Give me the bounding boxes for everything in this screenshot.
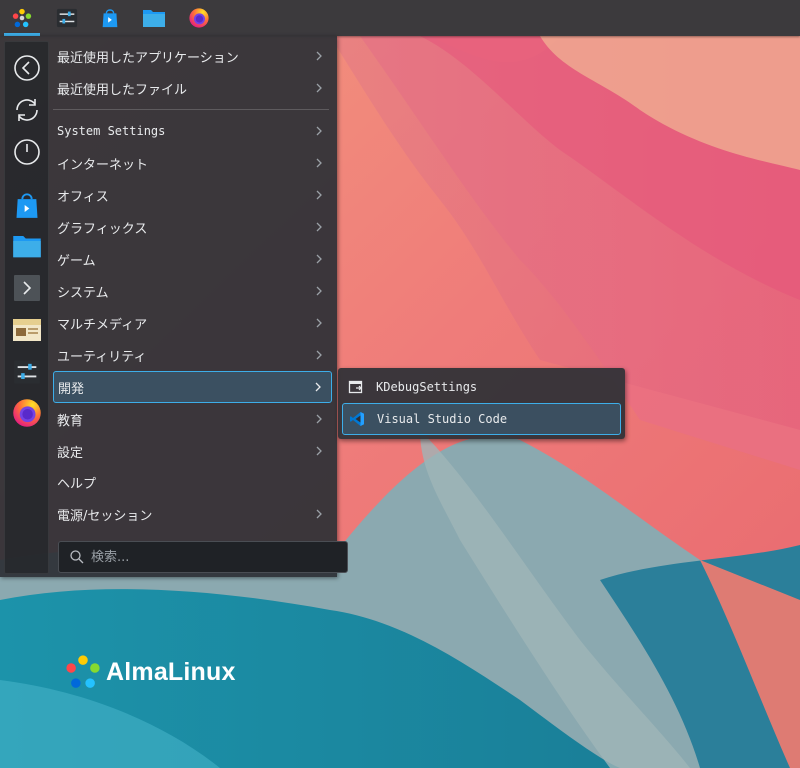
almalinux-desktop-logo: AlmaLinux bbox=[64, 652, 236, 692]
menu-item-label: 教育 bbox=[57, 413, 84, 429]
power-icon bbox=[14, 139, 40, 165]
settings-sliders-icon bbox=[56, 8, 78, 28]
folder-icon bbox=[143, 10, 165, 27]
chevron-right-icon bbox=[316, 83, 322, 93]
archive-box-icon bbox=[13, 319, 41, 341]
top-panel bbox=[0, 0, 800, 36]
menu-item-label: 最近使用したファイル bbox=[57, 82, 188, 98]
menu-item-label: 最近使用したアプリケーション bbox=[57, 50, 239, 66]
chevron-right-icon bbox=[316, 126, 322, 136]
shutdown-button[interactable] bbox=[11, 136, 43, 168]
chevron-right-icon bbox=[316, 51, 322, 61]
menu-item-graphics[interactable]: グラフィックス bbox=[53, 212, 332, 242]
menu-item-label: ヘルプ bbox=[57, 476, 97, 492]
menu-item-games[interactable]: ゲーム bbox=[53, 244, 332, 274]
submenu-item-label: KDebugSettings bbox=[376, 380, 478, 394]
terminal-icon bbox=[14, 275, 40, 301]
archive-favorite[interactable] bbox=[11, 314, 43, 346]
file-manager-button[interactable] bbox=[134, 2, 174, 34]
menu-item-recent-files[interactable]: 最近使用したファイル bbox=[53, 73, 332, 103]
chevron-right-icon bbox=[316, 414, 322, 424]
terminal-favorite[interactable] bbox=[11, 272, 43, 304]
menu-item-label: グラフィックス bbox=[57, 221, 148, 237]
folder-icon bbox=[13, 236, 41, 258]
chevron-right-icon bbox=[316, 509, 322, 519]
favorites-sidebar bbox=[4, 41, 49, 574]
menu-item-help[interactable]: ヘルプ bbox=[53, 467, 332, 497]
chevron-right-icon bbox=[316, 190, 322, 200]
discover-store-button[interactable] bbox=[90, 2, 130, 34]
application-menu: 最近使用したアプリケーション 最近使用したファイル System Setting… bbox=[0, 36, 348, 577]
menu-item-development[interactable]: 開発 bbox=[53, 371, 332, 403]
refresh-circle-icon bbox=[16, 99, 38, 121]
chevron-right-icon bbox=[316, 222, 322, 232]
menu-item-label: 開発 bbox=[58, 381, 85, 397]
submenu-item-kdebugsettings[interactable]: KDebugSettings bbox=[342, 372, 621, 402]
firefox-icon bbox=[189, 8, 209, 28]
chevron-right-icon bbox=[316, 286, 322, 296]
search-input[interactable] bbox=[89, 548, 333, 566]
files-favorite[interactable] bbox=[11, 230, 43, 262]
search-field[interactable] bbox=[58, 541, 348, 573]
development-submenu: KDebugSettings Visual Studio Code bbox=[338, 368, 625, 439]
menu-item-label: System Settings bbox=[57, 124, 166, 138]
settings-sliders-icon bbox=[14, 360, 40, 384]
menu-item-label: 設定 bbox=[57, 445, 84, 461]
submenu-item-label: Visual Studio Code bbox=[377, 412, 508, 426]
menu-item-multimedia[interactable]: マルチメディア bbox=[53, 308, 332, 338]
menu-item-label: ユーティリティ bbox=[57, 349, 147, 365]
switch-user-button[interactable] bbox=[11, 94, 43, 126]
menu-item-label: 電源/セッション bbox=[57, 508, 153, 524]
back-circle-icon bbox=[14, 55, 40, 81]
logo-wordmark: AlmaLinux bbox=[106, 657, 236, 686]
menu-item-education[interactable]: 教育 bbox=[53, 404, 332, 434]
menu-item-settings[interactable]: 設定 bbox=[53, 436, 332, 466]
discover-favorite[interactable] bbox=[11, 189, 43, 221]
menu-item-power-session[interactable]: 電源/セッション bbox=[53, 499, 332, 529]
submenu-item-vscode[interactable]: Visual Studio Code bbox=[342, 403, 621, 435]
menu-item-system-settings[interactable]: System Settings bbox=[53, 116, 332, 146]
menu-item-label: ゲーム bbox=[57, 253, 96, 269]
store-bag-icon bbox=[16, 193, 38, 218]
settings-favorite[interactable] bbox=[11, 356, 43, 388]
menu-item-utilities[interactable]: ユーティリティ bbox=[53, 340, 332, 370]
back-button[interactable] bbox=[11, 52, 43, 84]
chevron-right-icon bbox=[316, 350, 322, 360]
chevron-right-icon bbox=[316, 254, 322, 264]
menu-item-label: オフィス bbox=[57, 189, 109, 205]
application-launcher-button[interactable] bbox=[2, 2, 42, 36]
menu-separator bbox=[53, 109, 329, 110]
menu-item-internet[interactable]: インターネット bbox=[53, 148, 332, 178]
menu-item-label: システム bbox=[57, 285, 109, 301]
almalinux-logo-icon bbox=[12, 8, 32, 28]
menu-item-office[interactable]: オフィス bbox=[53, 180, 332, 210]
vscode-icon bbox=[349, 411, 365, 427]
chevron-right-icon bbox=[316, 318, 322, 328]
almalinux-logo-icon bbox=[66, 655, 100, 688]
menu-item-recent-apps[interactable]: 最近使用したアプリケーション bbox=[53, 41, 332, 71]
firefox-button[interactable] bbox=[179, 2, 219, 34]
firefox-favorite[interactable] bbox=[11, 397, 43, 429]
kdebug-icon bbox=[348, 379, 364, 395]
system-settings-button[interactable] bbox=[47, 2, 87, 34]
menu-item-label: マルチメディア bbox=[57, 317, 148, 333]
menu-item-label: インターネット bbox=[57, 157, 149, 173]
store-bag-icon bbox=[102, 9, 118, 28]
chevron-right-icon bbox=[316, 446, 322, 456]
menu-item-system[interactable]: システム bbox=[53, 276, 332, 306]
chevron-right-icon bbox=[316, 158, 322, 168]
search-icon bbox=[70, 550, 84, 564]
firefox-icon bbox=[13, 399, 41, 427]
chevron-right-icon bbox=[315, 382, 321, 392]
